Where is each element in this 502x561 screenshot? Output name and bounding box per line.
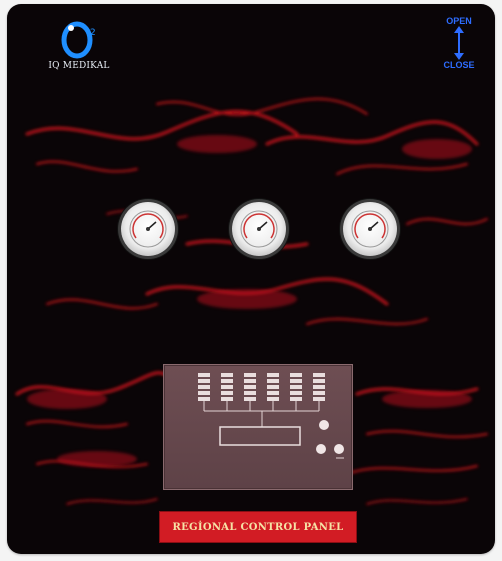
wiring-lines: [203, 401, 320, 427]
mute-button[interactable]: [334, 444, 344, 454]
zone-indicator-2[interactable]: [221, 373, 233, 401]
panel-label: REGİONAL CONTROL PANEL: [160, 512, 356, 542]
alarm-button[interactable]: [316, 444, 326, 454]
pressure-gauge-center: [232, 202, 286, 256]
valve-close-label: CLOSE: [443, 60, 475, 70]
zone-indicator-1[interactable]: [198, 373, 210, 401]
pressure-gauge-right: [343, 202, 397, 256]
zone-indicator-4[interactable]: [267, 373, 279, 401]
up-down-arrow-icon: [454, 26, 464, 60]
zone-indicator-6[interactable]: [313, 373, 325, 401]
panel-frame: 2 IQ MEDIKAL OPEN CLOSE REGİONAL CONTROL…: [7, 4, 495, 554]
control-unit: [163, 364, 353, 490]
digital-display: [219, 426, 301, 446]
valve-open-label: OPEN: [446, 16, 472, 26]
valve-indicator[interactable]: OPEN CLOSE: [433, 16, 485, 70]
gauge-dial-icon: [351, 210, 389, 248]
pressure-gauge-left: [121, 202, 175, 256]
gauge-dial-icon: [240, 210, 278, 248]
panel-label-text: REGİONAL CONTROL PANEL: [172, 521, 344, 533]
zone-indicator-columns: [198, 373, 325, 401]
mode-button[interactable]: [319, 420, 329, 430]
brand-name: IQ MEDIKAL: [48, 61, 110, 71]
brand-logo: 2 IQ MEDIKAL: [34, 20, 124, 71]
svg-text:2: 2: [90, 28, 96, 38]
zone-indicator-5[interactable]: [290, 373, 302, 401]
control-unit-face: [198, 373, 344, 459]
o2-logo-icon: 2: [61, 21, 96, 59]
zone-indicator-3[interactable]: [244, 373, 256, 401]
gauge-dial-icon: [129, 210, 167, 248]
